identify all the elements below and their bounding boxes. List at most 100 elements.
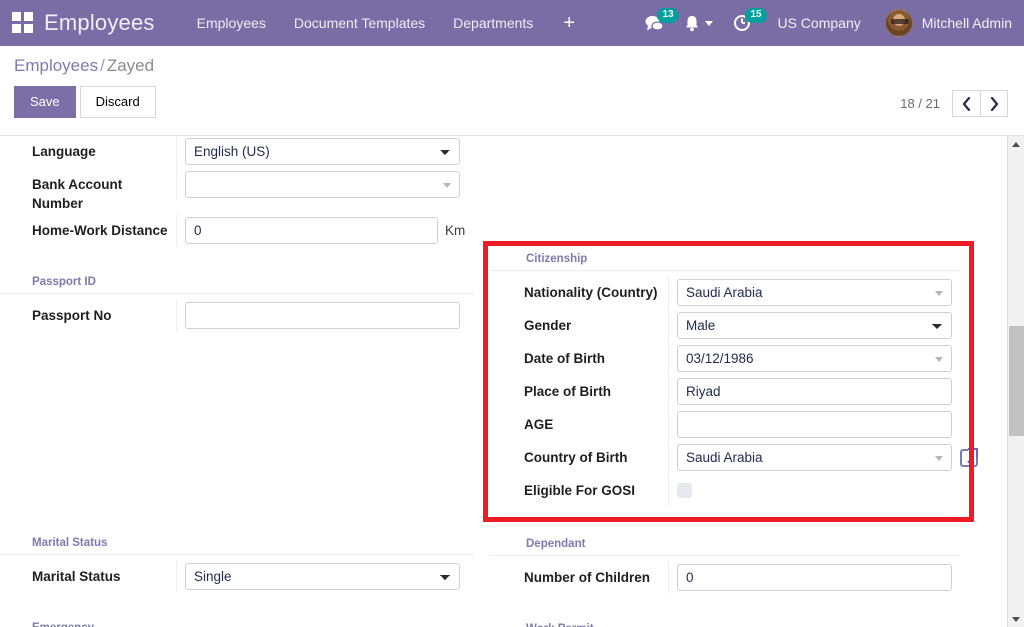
field-row-marital-status: Marital Status Single bbox=[16, 561, 482, 592]
chevron-down-icon bbox=[705, 20, 714, 26]
field-row-age: AGE bbox=[508, 409, 982, 440]
eligible-for-gosi-field bbox=[668, 475, 982, 506]
scroll-down-arrow[interactable] bbox=[1008, 611, 1024, 627]
company-switcher[interactable]: US Company bbox=[761, 15, 876, 31]
bank-account-input[interactable] bbox=[185, 171, 460, 198]
age-field bbox=[668, 409, 982, 440]
scroll-up-arrow[interactable] bbox=[1008, 136, 1024, 153]
date-of-birth-input[interactable] bbox=[677, 345, 952, 372]
external-link-icon[interactable] bbox=[960, 447, 978, 467]
home-work-distance-field: Km bbox=[176, 215, 482, 246]
clock-count-badge: 15 bbox=[745, 8, 767, 23]
navbar-right-group: 13 15 US Company Mitchell Admin bbox=[635, 0, 1024, 46]
record-pager: 18 / 21 bbox=[900, 90, 1008, 117]
menu-item-employees[interactable]: Employees bbox=[183, 0, 280, 46]
pager-buttons bbox=[952, 90, 1008, 117]
app-brand-title[interactable]: Employees bbox=[44, 10, 155, 36]
passport-no-field bbox=[176, 300, 482, 331]
nationality-input[interactable] bbox=[677, 279, 952, 306]
pager-next-button[interactable] bbox=[980, 90, 1008, 117]
group-title-work-permit: Work Permit bbox=[490, 617, 960, 627]
record-actions: Save Discard bbox=[14, 86, 1010, 118]
nationality-field bbox=[668, 277, 982, 308]
save-button[interactable]: Save bbox=[14, 86, 76, 118]
field-row-bank-account: Bank Account Number bbox=[16, 169, 482, 213]
age-input[interactable] bbox=[677, 411, 952, 438]
breadcrumb-separator: / bbox=[100, 56, 105, 75]
language-select[interactable]: English (US) bbox=[185, 138, 460, 165]
date-of-birth-picker bbox=[677, 345, 952, 372]
number-of-children-input[interactable] bbox=[677, 564, 952, 591]
discard-button[interactable]: Discard bbox=[79, 86, 156, 118]
form-right-column: Citizenship Nationality (Country) Gender bbox=[490, 136, 990, 627]
gender-select[interactable]: Male bbox=[677, 312, 952, 339]
chevron-left-icon bbox=[962, 96, 971, 111]
passport-no-input[interactable] bbox=[185, 302, 460, 329]
bank-account-field bbox=[176, 169, 482, 200]
date-of-birth-label: Date of Birth bbox=[524, 351, 605, 366]
language-field: English (US) bbox=[176, 136, 482, 167]
apps-grid-icon[interactable] bbox=[12, 12, 34, 34]
nationality-label: Nationality (Country) bbox=[524, 285, 658, 300]
breadcrumb-root-link[interactable]: Employees bbox=[14, 56, 98, 75]
number-of-children-field bbox=[668, 562, 982, 593]
group-title-passport-id: Passport ID bbox=[0, 270, 474, 294]
bell-icon bbox=[686, 15, 699, 31]
country-of-birth-field bbox=[668, 442, 982, 473]
place-of-birth-field bbox=[668, 376, 982, 407]
home-work-distance-label: Home-Work Distance bbox=[32, 223, 168, 238]
marital-status-field: Single bbox=[176, 561, 482, 592]
field-row-place-of-birth: Place of Birth bbox=[508, 376, 982, 407]
pager-previous-button[interactable] bbox=[952, 90, 980, 117]
distance-unit-label: Km bbox=[445, 223, 466, 238]
vertical-scrollbar[interactable] bbox=[1007, 136, 1024, 627]
user-menu[interactable]: Mitchell Admin bbox=[877, 9, 1012, 37]
country-of-birth-input[interactable] bbox=[677, 444, 952, 471]
group-title-dependant: Dependant bbox=[490, 532, 960, 556]
country-of-birth-many2one bbox=[677, 444, 952, 471]
place-of-birth-input[interactable] bbox=[677, 378, 952, 405]
breadcrumb-current: Zayed bbox=[106, 56, 155, 75]
form-left-column: Language English (US) Bank Account Numbe… bbox=[0, 136, 490, 627]
eligible-for-gosi-label: Eligible For GOSI bbox=[524, 483, 636, 498]
country-of-birth-label: Country of Birth bbox=[524, 450, 628, 465]
marital-status-label: Marital Status bbox=[32, 569, 121, 584]
field-row-date-of-birth: Date of Birth bbox=[508, 343, 982, 374]
breadcrumb: Employees / Zayed bbox=[14, 56, 1010, 76]
field-row-language: Language English (US) bbox=[16, 136, 482, 167]
nationality-many2one bbox=[677, 279, 952, 306]
age-label: AGE bbox=[524, 417, 554, 432]
group-title-citizenship: Citizenship bbox=[490, 247, 960, 271]
passport-no-label: Passport No bbox=[32, 308, 112, 323]
clock-activities-button[interactable]: 15 bbox=[723, 0, 767, 46]
field-row-gender: Gender Male bbox=[508, 310, 982, 341]
marital-status-select[interactable]: Single bbox=[185, 563, 460, 590]
messages-button[interactable]: 13 bbox=[635, 0, 679, 46]
chevron-right-icon bbox=[990, 96, 998, 111]
menu-item-document-templates[interactable]: Document Templates bbox=[280, 0, 439, 46]
control-panel: Employees / Zayed Save Discard 18 / 21 bbox=[0, 46, 1024, 135]
date-of-birth-field bbox=[668, 343, 982, 374]
field-row-home-work-distance: Home-Work Distance Km bbox=[16, 215, 482, 246]
gender-label: Gender bbox=[524, 318, 572, 333]
field-row-eligible-for-gosi: Eligible For GOSI bbox=[508, 475, 982, 506]
home-work-distance-input[interactable] bbox=[185, 217, 438, 244]
activities-button[interactable] bbox=[674, 0, 723, 46]
scroll-thumb[interactable] bbox=[1009, 326, 1024, 436]
field-row-nationality: Nationality (Country) bbox=[508, 277, 982, 308]
language-label: Language bbox=[32, 144, 96, 159]
eligible-for-gosi-checkbox[interactable] bbox=[677, 483, 692, 498]
add-new-button[interactable]: + bbox=[547, 0, 591, 46]
user-name-label: Mitchell Admin bbox=[921, 15, 1012, 31]
form-sheet-scroll-area: Language English (US) Bank Account Numbe… bbox=[0, 135, 1024, 627]
menu-item-departments[interactable]: Departments bbox=[439, 0, 547, 46]
place-of-birth-label: Place of Birth bbox=[524, 384, 612, 399]
field-row-number-of-children: Number of Children bbox=[508, 562, 982, 593]
avatar bbox=[884, 9, 913, 37]
top-navbar: Employees Employees Document Templates D… bbox=[0, 0, 1024, 46]
gender-field: Male bbox=[668, 310, 982, 341]
group-title-emergency: Emergency bbox=[0, 616, 474, 627]
number-of-children-label: Number of Children bbox=[524, 570, 651, 585]
bank-account-many2one bbox=[185, 171, 460, 198]
employee-form-sheet: Language English (US) Bank Account Numbe… bbox=[0, 136, 1007, 627]
